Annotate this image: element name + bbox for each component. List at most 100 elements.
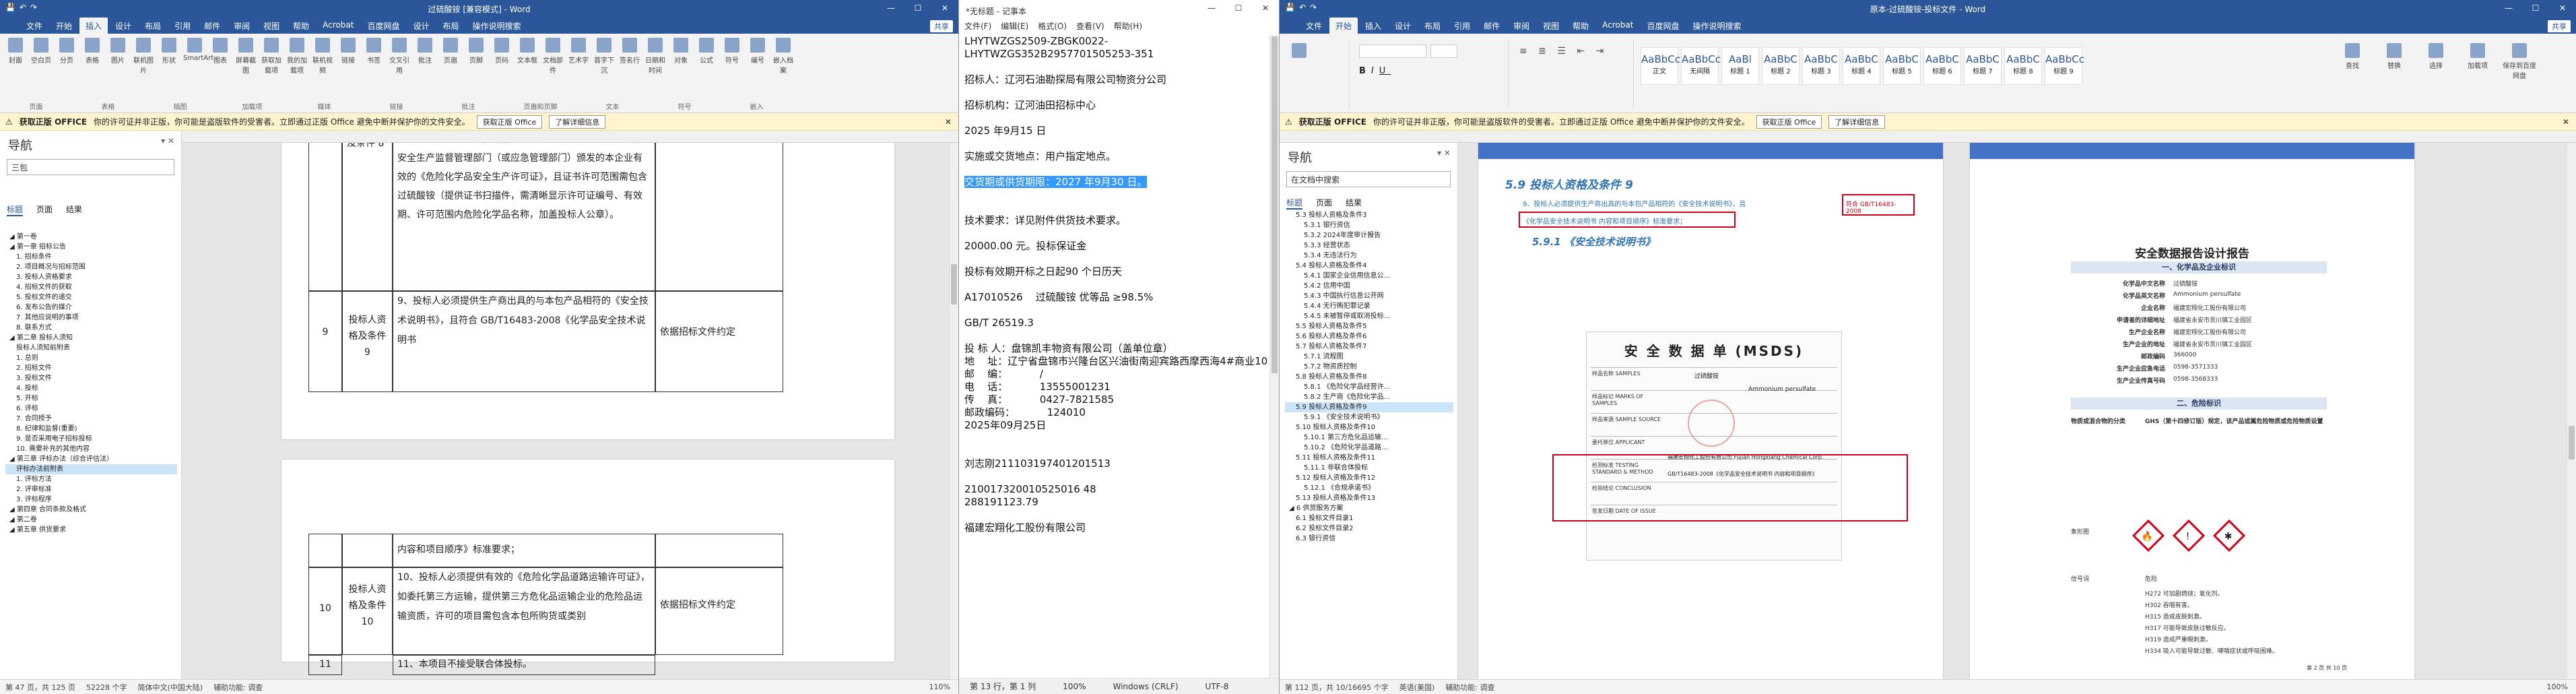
nav-heading-item[interactable]: 7. 合同授予 [5,414,177,424]
nav-heading-item[interactable]: 评标办法前附表 [5,464,177,474]
ribbon-button[interactable]: 批注 [414,38,436,65]
zoom-level[interactable]: 110% [929,683,950,691]
nav-heading-item[interactable]: 5.5 投标人资格及条件5 [1285,321,1453,332]
nav-heading-item[interactable]: 3. 评标程序 [5,495,177,505]
nav-heading-item[interactable]: 2. 评审标准 [5,484,177,495]
font-size-select[interactable] [1430,44,1457,58]
nav-heading-item[interactable]: 6.3 银行资信 [1285,534,1453,544]
nav-heading-item[interactable]: 5.3.2 2024年度审计报告 [1285,230,1453,241]
ribbon-button[interactable]: 嵌入档案 [772,38,795,75]
ribbon-tab[interactable]: 帮助 [287,18,315,34]
ribbon-tab[interactable]: 开始 [50,18,78,34]
share-button[interactable]: 共享 [930,20,953,32]
nav-heading-item[interactable]: 3. 投标文件 [5,373,177,383]
ribbon-tab[interactable]: 邮件 [1478,18,1506,34]
close-icon[interactable]: ✕ [2563,117,2569,127]
ribbon-tab[interactable]: 布局 [1418,18,1447,34]
ribbon-button[interactable]: SmartArt [183,38,213,62]
vertical-scrollbar[interactable] [949,143,958,679]
nav-heading-item[interactable]: 4. 招标文件的获取 [5,282,177,292]
nav-tab[interactable]: 页面 [36,203,53,216]
ribbon-tab[interactable]: 文件 [20,18,48,34]
nav-heading-item[interactable]: 5.4.2 信用中国 [1285,281,1453,291]
nav-heading-item[interactable]: ◢ 第四章 合同条款及格式 [5,505,177,515]
ribbon-tab[interactable]: 百度网盘 [361,18,405,34]
ribbon-button[interactable]: 图片 [106,38,129,65]
nav-heading-item[interactable]: 5.8.2 生产商《危险化学品... [1285,392,1453,402]
maximize-button[interactable]: ☐ [2522,0,2549,16]
nav-heading-item[interactable]: 10. 需要补充的其他内容 [5,444,177,454]
font-format-buttons[interactable]: BIU [1359,66,1391,76]
nav-heading-item[interactable]: 5.7.1 流程图 [1285,352,1453,362]
nav-heading-item[interactable]: 5.7.2 物资质控制 [1285,362,1453,372]
ribbon-button[interactable]: 形状 [158,38,180,65]
minimize-button[interactable]: — [878,0,904,16]
ribbon-tab[interactable]: 审阅 [228,18,256,34]
maximize-button[interactable]: ☐ [904,0,931,16]
nav-heading-item[interactable]: 投标人须知前附表 [5,343,177,353]
ribbon-tab[interactable]: 文件 [1300,18,1328,34]
nav-heading-item[interactable]: 6.2 投标文件目录2 [1285,524,1453,534]
ribbon-tab[interactable]: 布局 [139,18,167,34]
nav-heading-item[interactable]: ◢ 第一章 招标公告 [5,242,177,252]
ribbon-tab[interactable]: Acrobat [1596,18,1639,34]
style-gallery-item[interactable]: AaBbC 标题 7 [1964,47,2002,85]
ribbon-tab[interactable]: 设计 [1389,18,1417,34]
ribbon-button[interactable]: 符号 [721,38,744,65]
nav-search-input[interactable]: 三包 [7,159,174,175]
ribbon-tab[interactable]: 操作说明搜索 [1686,18,1747,34]
nav-heading-item[interactable]: 5.10.1 第三方危化品运输... [1285,433,1453,443]
ribbon-button[interactable]: 页眉 [439,38,462,65]
ribbon-button[interactable]: 日期和时间 [644,38,667,75]
nav-heading-item[interactable]: 5.12.1 《合规承诺书》 [1285,483,1453,493]
ribbon-tab[interactable]: 设计 [109,18,137,34]
close-button[interactable]: ✕ [2549,0,2576,16]
nav-heading-item[interactable]: 5.7 投标人资格及条件7 [1285,342,1453,352]
ribbon-tab[interactable]: 操作说明搜索 [467,18,527,34]
zoom-level[interactable]: 100% [2547,683,2568,691]
nav-heading-item[interactable]: 5.13 投标人资格及条件13 [1285,493,1453,503]
nav-heading-item[interactable]: 5.3.4 无违法行为 [1285,251,1453,261]
ribbon-tab[interactable]: 视图 [1537,18,1565,34]
learn-more-button[interactable]: 了解详细信息 [1828,115,1886,129]
style-gallery-item[interactable]: AaBbC 标题 6 [1923,47,1961,85]
ribbon-button[interactable]: 图表 [209,38,232,65]
language-indicator[interactable]: 简体中文(中国大陆) [137,682,203,693]
ribbon-button[interactable]: 替换 [2375,43,2414,70]
accessibility-indicator[interactable]: 辅助功能: 调查 [213,682,263,693]
nav-heading-item[interactable]: 5.4.4 无行贿犯罪记录 [1285,301,1453,311]
nav-heading-item[interactable]: 5.4.1 国家企业信用信息公... [1285,271,1453,281]
language-indicator[interactable]: 英语(美国) [1399,682,1435,693]
ribbon-button[interactable]: 封面 [4,38,27,65]
nav-heading-item[interactable]: 3. 投标人资格要求 [5,272,177,282]
ribbon-button[interactable]: 联机视频 [311,38,334,75]
nav-heading-item[interactable]: 6. 评标 [5,404,177,414]
style-gallery-item[interactable]: AaBbCcDı 无间隔 [1681,47,1731,85]
ribbon-button[interactable]: 公式 [695,38,718,65]
nav-heading-item[interactable]: 1. 总则 [5,353,177,363]
ribbon-button[interactable]: 文档部件 [541,38,564,75]
nav-heading-item[interactable]: 1. 招标条件 [5,252,177,262]
accessibility-indicator[interactable]: 辅助功能: 调查 [1445,682,1494,693]
ribbon-button[interactable]: 链接 [337,38,360,65]
nav-heading-item[interactable]: 2. 项目概况与招标范围 [5,262,177,272]
paste-button[interactable] [1288,43,1311,60]
font-name-select[interactable] [1359,44,1426,58]
ribbon-button[interactable]: 页脚 [465,38,488,65]
nav-heading-item[interactable]: 7. 其他应说明的事项 [5,313,177,323]
nav-heading-item[interactable]: 1. 评标方法 [5,474,177,484]
nav-heading-item[interactable]: 5. 开标 [5,393,177,404]
ribbon-button[interactable]: 页码 [490,38,513,65]
ribbon-button[interactable]: 签名行 [618,38,641,65]
style-gallery-item[interactable]: AaBbC 标题 8 [2004,47,2042,85]
get-genuine-button[interactable]: 获取正版 Office [476,115,543,129]
nav-heading-item[interactable]: 6.1 投标文件目录1 [1285,513,1453,524]
ribbon-button[interactable]: 编号 [746,38,769,65]
ribbon-button[interactable]: 首字下沉 [593,38,616,75]
style-gallery-item[interactable]: AaBbCc 标题 9 [2045,47,2084,85]
ribbon-button[interactable]: 艺术字 [567,38,590,65]
ribbon-tab[interactable]: 邮件 [198,18,226,34]
nav-heading-item[interactable]: 5.4.5 未被暂停或取消投标... [1285,311,1453,321]
ribbon-button[interactable]: 保存到百度网盘 [2500,43,2539,80]
nav-heading-item[interactable]: 5.4.3 中国执行信息公开网 [1285,291,1453,301]
